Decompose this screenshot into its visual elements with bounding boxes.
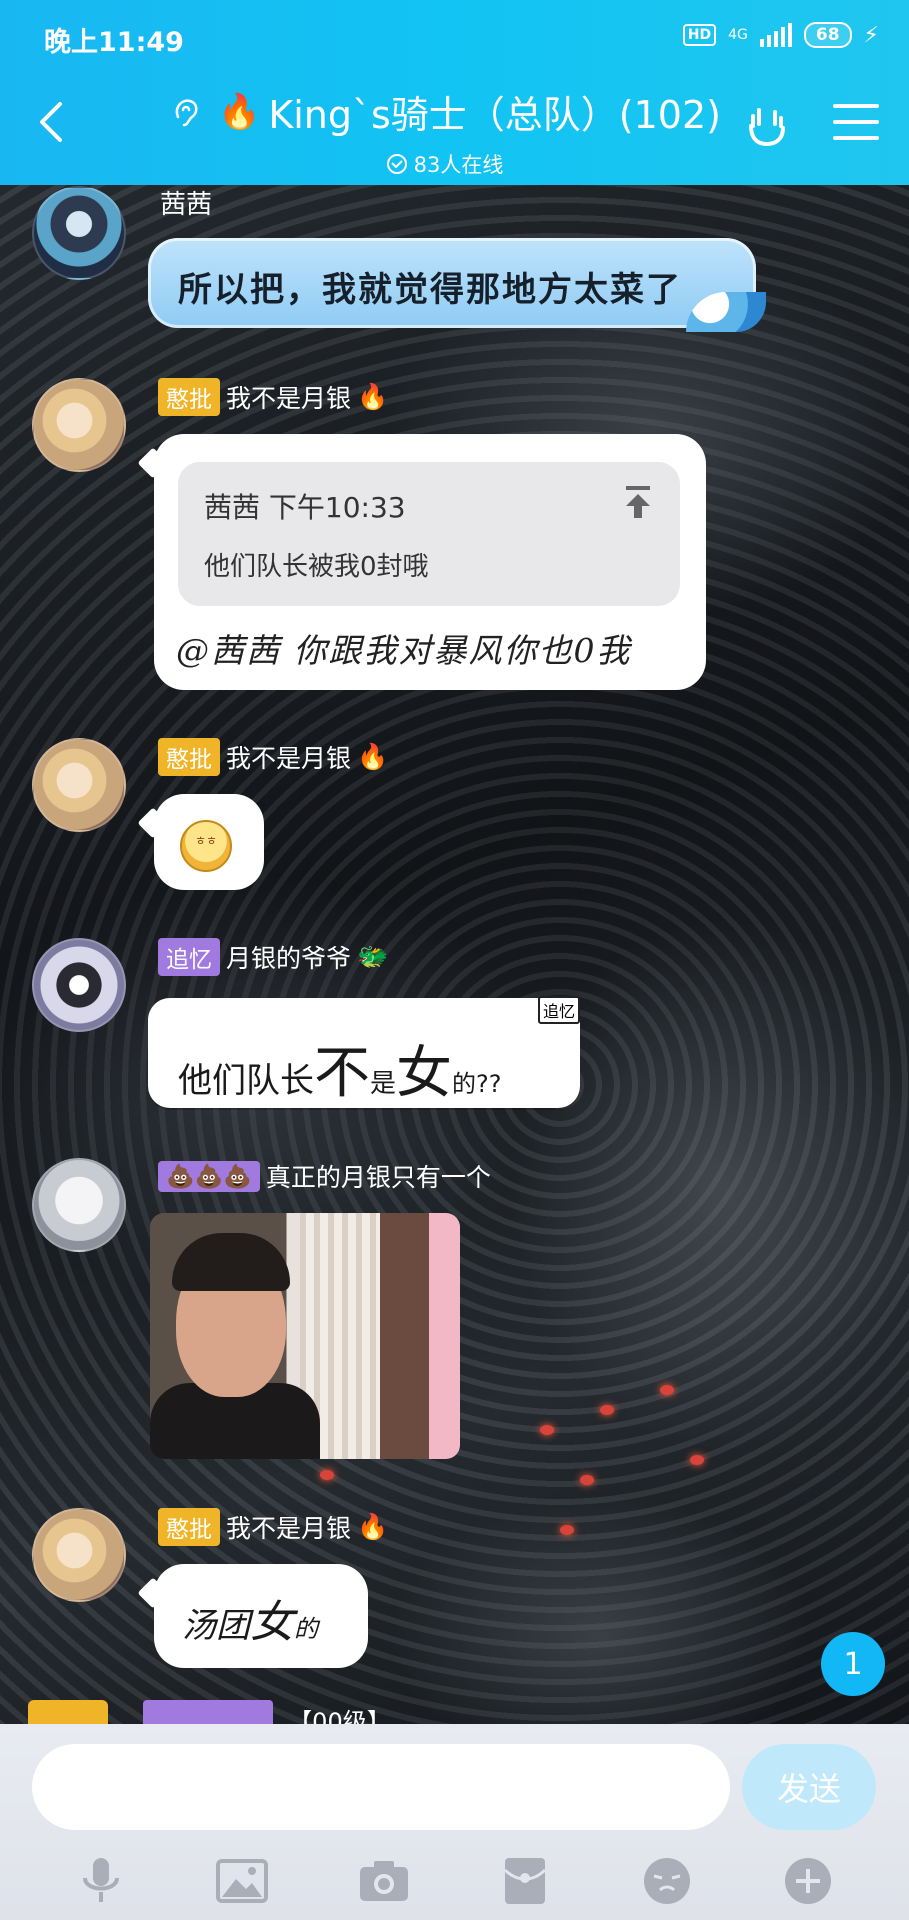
charging-icon: ⚡ bbox=[863, 22, 879, 48]
member-tag: 追忆 bbox=[158, 938, 220, 976]
sender-meta: 追忆 月银的爷爷 🐲 bbox=[158, 938, 388, 976]
avatar[interactable] bbox=[32, 378, 126, 472]
quote-header: 茜茜 下午10:33 bbox=[204, 491, 406, 524]
status-time: 晚上11:49 bbox=[44, 27, 184, 58]
menu-icon[interactable] bbox=[833, 104, 879, 144]
reply-message-bubble[interactable]: 茜茜 下午10:33 他们队长被我0封哦 @茜茜 你跟我对暴风你也0我 bbox=[154, 434, 706, 690]
avatar[interactable] bbox=[32, 1508, 126, 1602]
image-icon[interactable] bbox=[214, 1853, 270, 1909]
message-bubble[interactable]: 所以把，我就觉得那地方太菜了 bbox=[148, 238, 766, 332]
member-tag: 憨批 bbox=[158, 378, 220, 416]
member-tag: 憨批 bbox=[158, 1508, 220, 1546]
fire-icon: 🔥 bbox=[217, 91, 261, 132]
unread-count-badge[interactable]: 1 bbox=[821, 1632, 885, 1696]
message-text: @茜茜 你跟我对暴风你也0我 bbox=[176, 631, 632, 670]
message-text: 所以把，我就觉得那地方太菜了 bbox=[178, 270, 682, 310]
dragon-icon: 🐲 bbox=[357, 942, 389, 971]
red-packet-icon[interactable] bbox=[497, 1853, 553, 1909]
plus-icon[interactable] bbox=[780, 1853, 836, 1909]
sender-name: 我不是月银 bbox=[226, 384, 352, 413]
styled-message-bubble[interactable]: 追忆 他们队长不是女的?? bbox=[148, 996, 580, 1108]
sender-meta: 憨批 我不是月银 🔥 bbox=[158, 378, 388, 416]
network-label: 4G bbox=[728, 27, 748, 43]
dizzy-face-emoji-icon: ㅎㅎ bbox=[180, 820, 232, 872]
send-button[interactable]: 发送 bbox=[742, 1744, 876, 1830]
message-input[interactable] bbox=[32, 1744, 730, 1830]
bubble-tag: 追忆 bbox=[537, 996, 580, 1024]
chat-title-area[interactable]: 🔥 King`s骑士（总队）(102) 83人在线 bbox=[140, 84, 749, 179]
online-check-icon bbox=[386, 154, 407, 174]
message-text: 他们队长不是女的?? bbox=[178, 1041, 502, 1106]
message-text: 汤团女的 bbox=[182, 1597, 318, 1648]
chat-background bbox=[0, 185, 909, 1725]
avatar[interactable] bbox=[32, 186, 126, 280]
battery-indicator: 68 bbox=[803, 22, 852, 48]
camera-icon[interactable] bbox=[356, 1853, 412, 1909]
sender-meta: 💩💩💩 真正的月银只有一个 bbox=[158, 1158, 491, 1194]
status-icons: HD 4G 68 ⚡ bbox=[682, 22, 879, 48]
member-tag: 憨批 bbox=[158, 738, 220, 776]
ear-icon bbox=[175, 98, 198, 126]
sender-meta: 憨批 我不是月银 🔥 bbox=[158, 1508, 388, 1546]
pin-top-icon[interactable] bbox=[622, 484, 654, 520]
fire-icon: 🔥 bbox=[357, 742, 389, 771]
sender-name: 我不是月银 bbox=[226, 1514, 352, 1543]
quoted-message[interactable]: 茜茜 下午10:33 他们队长被我0封哦 bbox=[178, 462, 680, 606]
avatar[interactable] bbox=[32, 738, 126, 832]
signal-icon bbox=[759, 23, 792, 47]
hd-icon: HD bbox=[682, 24, 717, 46]
group-title: King`s骑士（总队）(102) bbox=[268, 93, 721, 137]
image-message[interactable] bbox=[150, 1213, 460, 1459]
online-count: 83人在线 bbox=[413, 153, 504, 177]
sender-name: 月银的爷爷 bbox=[226, 944, 352, 973]
member-tag: 💩💩💩 bbox=[158, 1160, 260, 1192]
sender-name: 真正的月银只有一个 bbox=[265, 1163, 491, 1192]
fire-icon: 🔥 bbox=[357, 1512, 389, 1541]
input-area: 发送 bbox=[0, 1724, 909, 1920]
back-icon[interactable] bbox=[36, 100, 64, 144]
avatar[interactable] bbox=[32, 938, 126, 1032]
input-toolbar bbox=[0, 1842, 909, 1920]
emoji-message-bubble[interactable]: ㅎㅎ bbox=[154, 794, 264, 890]
chat-header: 晚上11:49 HD 4G 68 ⚡ 🔥 King`s骑士（总队）(102) 8… bbox=[0, 0, 909, 185]
avatar[interactable] bbox=[32, 1158, 126, 1252]
sender-name: 茜茜 bbox=[160, 190, 213, 220]
sender-meta: 憨批 我不是月银 🔥 bbox=[158, 738, 388, 776]
sender-name: 我不是月银 bbox=[226, 744, 352, 773]
wave-decoration-icon bbox=[686, 292, 766, 332]
message-bubble[interactable]: 汤团女的 bbox=[154, 1564, 368, 1668]
emoji-icon[interactable] bbox=[639, 1853, 695, 1909]
fire-icon: 🔥 bbox=[357, 382, 389, 411]
quote-text: 他们队长被我0封哦 bbox=[204, 552, 429, 582]
hand-gesture-icon[interactable] bbox=[745, 104, 789, 148]
microphone-icon[interactable] bbox=[73, 1853, 129, 1909]
